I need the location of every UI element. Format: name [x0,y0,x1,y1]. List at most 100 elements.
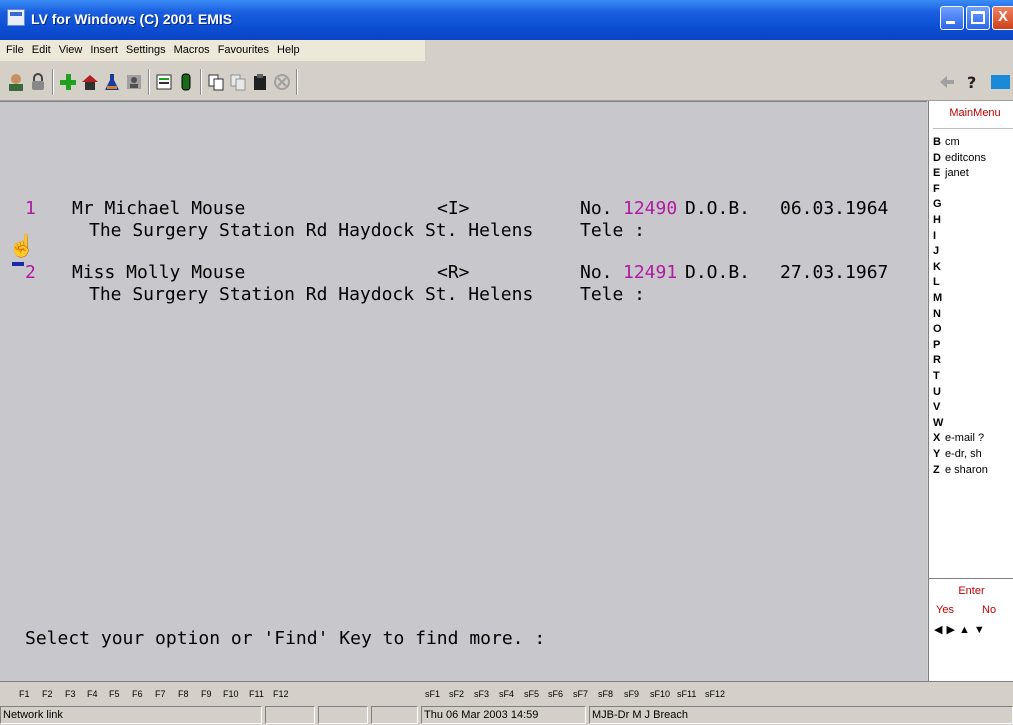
notes-icon[interactable] [154,72,174,92]
command-prompt[interactable]: Select your option or 'Find' Key to find… [25,629,545,649]
menu-option-m[interactable]: M [933,291,945,305]
no-button[interactable]: No [982,604,996,616]
menu-option-t[interactable]: T [933,369,945,383]
minimize-button[interactable] [940,6,964,30]
patient-name[interactable]: Miss Molly Mouse [72,263,245,283]
menu-option-v[interactable]: V [933,400,945,414]
title-bar[interactable]: LV for Windows (C) 2001 EMIS [0,0,1013,40]
menu-favourites[interactable]: Favourites [214,40,273,61]
menu-option-x[interactable]: Xe-mail ? [933,431,984,445]
patient-number-label: No. [580,262,613,283]
function-key-f9[interactable]: F9 [201,682,212,706]
add-icon[interactable] [58,72,78,92]
menu-option-e[interactable]: Ejanet [933,166,969,180]
function-key-f5[interactable]: F5 [109,682,120,706]
cancel-icon[interactable] [272,72,292,92]
menu-option-o[interactable]: O [933,322,945,336]
function-key-sf2[interactable]: sF2 [449,682,464,706]
paste-icon[interactable] [228,72,248,92]
function-key-sf6[interactable]: sF6 [548,682,563,706]
menu-option-y[interactable]: Ye-dr, sh [933,447,982,461]
person-icon[interactable] [124,72,144,92]
patient-icon[interactable] [6,72,26,92]
function-key-sf12[interactable]: sF12 [705,682,725,706]
function-key-f8[interactable]: F8 [178,682,189,706]
enter-button[interactable]: Enter [929,585,1013,597]
menu-view[interactable]: View [55,40,87,61]
function-key-sf1[interactable]: sF1 [425,682,440,706]
menu-option-key: Z [933,463,940,476]
function-key-sf9[interactable]: sF9 [624,682,639,706]
copy-icon[interactable] [206,72,226,92]
function-key-sf5[interactable]: sF5 [524,682,539,706]
menu-bar: File Edit View Insert Settings Macros Fa… [0,40,425,61]
function-key-f2[interactable]: F2 [42,682,53,706]
arrow-up-icon[interactable]: ▲ [959,624,974,636]
menu-option-label: e-dr, sh [945,448,982,460]
arrow-keys: ◀▶▲▼ [934,623,989,636]
arrow-left-icon[interactable]: ◀ [934,624,946,636]
menu-option-key: M [933,292,943,304]
function-key-sf4[interactable]: sF4 [499,682,514,706]
arrow-right-icon[interactable]: ▶ [946,624,958,636]
menu-option-w[interactable]: W [933,416,945,430]
patient-tele: Tele : [580,220,646,241]
menu-help[interactable]: Help [273,40,304,61]
screen-icon[interactable] [990,72,1013,92]
patient-flag: <R> [437,262,470,283]
arrow-down-icon[interactable]: ▼ [974,624,989,636]
menu-insert[interactable]: Insert [86,40,122,61]
function-key-sf11[interactable]: sF11 [677,682,696,706]
menu-option-j[interactable]: J [933,244,945,258]
menu-option-d[interactable]: Deditcons [933,151,986,165]
patient-index[interactable]: 1 [25,199,36,219]
menu-option-n[interactable]: N [933,307,945,321]
menu-option-r[interactable]: R [933,353,945,367]
function-key-f3[interactable]: F3 [65,682,76,706]
menu-file[interactable]: File [2,40,28,61]
menu-option-u[interactable]: U [933,385,945,399]
patient-dob-label: D.O.B. [685,198,751,219]
function-key-f10[interactable]: F10 [223,682,239,706]
patient-name[interactable]: Mr Michael Mouse [72,199,245,219]
menu-edit[interactable]: Edit [28,40,55,61]
patient-address: The Surgery Station Rd Haydock St. Helen… [89,284,534,305]
function-key-f6[interactable]: F6 [132,682,143,706]
function-key-f11[interactable]: F11 [249,682,264,706]
help-icon[interactable]: ? [962,72,982,92]
function-key-f1[interactable]: F1 [19,682,30,706]
menu-settings[interactable]: Settings [122,40,170,61]
menu-option-label: editcons [945,151,986,164]
function-key-f12[interactable]: F12 [273,682,289,706]
patient-dob: 06.03.1964 [780,198,889,219]
menu-option-k[interactable]: K [933,260,945,274]
yes-button[interactable]: Yes [936,604,954,616]
clipboard-icon[interactable] [250,72,270,92]
menu-option-i[interactable]: I [933,229,945,243]
maximize-button[interactable] [966,6,990,30]
menu-option-h[interactable]: H [933,213,945,227]
menu-option-f[interactable]: F [933,182,945,196]
flask-icon[interactable] [102,72,122,92]
function-key-sf7[interactable]: sF7 [573,682,588,706]
menu-option-b[interactable]: Bcm [933,135,960,149]
menu-option-g[interactable]: G [933,197,945,211]
patient-dob-label: D.O.B. [685,262,751,283]
house-icon[interactable] [80,72,100,92]
lock-icon[interactable] [28,72,48,92]
close-button[interactable] [992,6,1013,30]
menu-option-z[interactable]: Ze sharon [933,463,988,477]
menu-macros[interactable]: Macros [170,40,214,61]
menu-option-label: e sharon [945,463,988,476]
patient-index[interactable]: 2 [25,263,36,283]
menu-option-l[interactable]: L [933,275,945,289]
status-connection: Network link [0,706,262,724]
function-key-sf10[interactable]: sF10 [650,682,670,706]
menu-option-p[interactable]: P [933,338,945,352]
back-arrow-icon[interactable] [937,72,957,92]
function-key-sf3[interactable]: sF3 [474,682,489,706]
clip-icon[interactable] [176,72,196,92]
function-key-f7[interactable]: F7 [155,682,166,706]
function-key-sf8[interactable]: sF8 [598,682,613,706]
function-key-f4[interactable]: F4 [87,682,98,706]
